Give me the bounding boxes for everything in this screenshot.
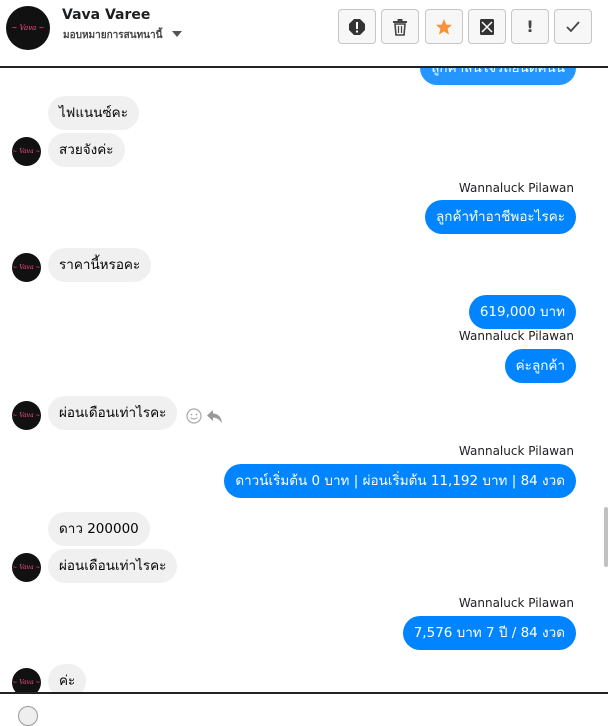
assign-conversation-label[interactable]: มอบหมายการสนทนานี้	[63, 28, 162, 43]
message-bubble-outgoing: ลูกค้าทำอาชีพอะไรคะ	[425, 200, 576, 234]
contact-avatar-small: ~ Vava ~	[12, 401, 41, 430]
star-icon	[436, 18, 452, 35]
message-bubble-incoming: ค่ะ	[48, 664, 87, 692]
message-bubble-incoming: ผ่อนเดือนเท่าไรคะ	[48, 396, 178, 430]
exclamation-icon: !	[526, 17, 534, 36]
delete-button[interactable]	[381, 9, 419, 44]
message-bubble-incoming: ผ่อนเดือนเท่าไรคะ	[48, 549, 178, 583]
message-bubble-incoming: สวยจังค่ะ	[48, 133, 125, 167]
checkmark-icon	[566, 20, 580, 32]
archive-envelope-icon	[480, 18, 494, 35]
message-bubble-outgoing: ดาวน์เริ่มต้น 0 บาท | ผ่อนเริ่มต้น 11,19…	[224, 464, 576, 498]
smiley-react-icon[interactable]	[186, 408, 202, 424]
star-button[interactable]	[425, 9, 463, 44]
message-bubble-outgoing: 7,576 บาท 7 ปี / 84 งวด	[402, 616, 576, 650]
agent-name: Wannaluck Pilawan	[458, 181, 574, 195]
contact-avatar[interactable]: ~ Vava ~	[6, 6, 50, 50]
message-bubble-outgoing: ลูกค้าสนใจรถยนต์คันนี้	[420, 68, 576, 85]
contact-avatar-small: ~ Vava ~	[12, 553, 41, 582]
mark-done-button[interactable]	[554, 9, 592, 44]
mark-spam-button[interactable]	[338, 9, 376, 44]
message-bubble-outgoing: 619,000 บาท	[468, 295, 576, 329]
avatar-logo: ~ Vava ~	[11, 24, 45, 32]
archive-button[interactable]	[468, 9, 506, 44]
message-composer[interactable]	[0, 692, 608, 726]
agent-name: Wannaluck Pilawan	[458, 444, 574, 458]
contact-avatar-small: ~ Vava ~	[12, 253, 41, 282]
contact-avatar-small: ~ Vava ~	[12, 668, 41, 692]
reply-arrow-icon[interactable]	[206, 409, 223, 424]
agent-name: Wannaluck Pilawan	[458, 329, 574, 343]
conversation-header: ~ Vava ~ Vava Varee มอบหมายการสนทนานี้ !	[0, 0, 608, 68]
chevron-down-icon[interactable]	[172, 31, 182, 37]
agent-name: Wannaluck Pilawan	[458, 596, 574, 610]
chat-scrollbar[interactable]	[604, 507, 608, 567]
trash-icon	[393, 18, 407, 36]
follow-up-button[interactable]: !	[511, 9, 549, 44]
message-bubble-outgoing: ค่ะลูกค้า	[504, 349, 576, 383]
contact-avatar-small: ~ Vava ~	[12, 137, 41, 166]
sender-avatar-icon	[18, 706, 38, 726]
message-bubble-incoming: ราคานี้หรอคะ	[48, 248, 152, 282]
message-actions	[186, 408, 223, 424]
message-thread[interactable]: ลูกค้าสนใจรถยนต์คันนี้ ไฟแนนซ์คะ ~ Vava …	[0, 68, 608, 692]
contact-name[interactable]: Vava Varee	[62, 7, 150, 23]
message-bubble-incoming: ดาว 200000	[48, 512, 150, 546]
spam-alert-icon	[349, 18, 365, 35]
message-bubble-incoming: ไฟแนนซ์คะ	[48, 96, 139, 130]
